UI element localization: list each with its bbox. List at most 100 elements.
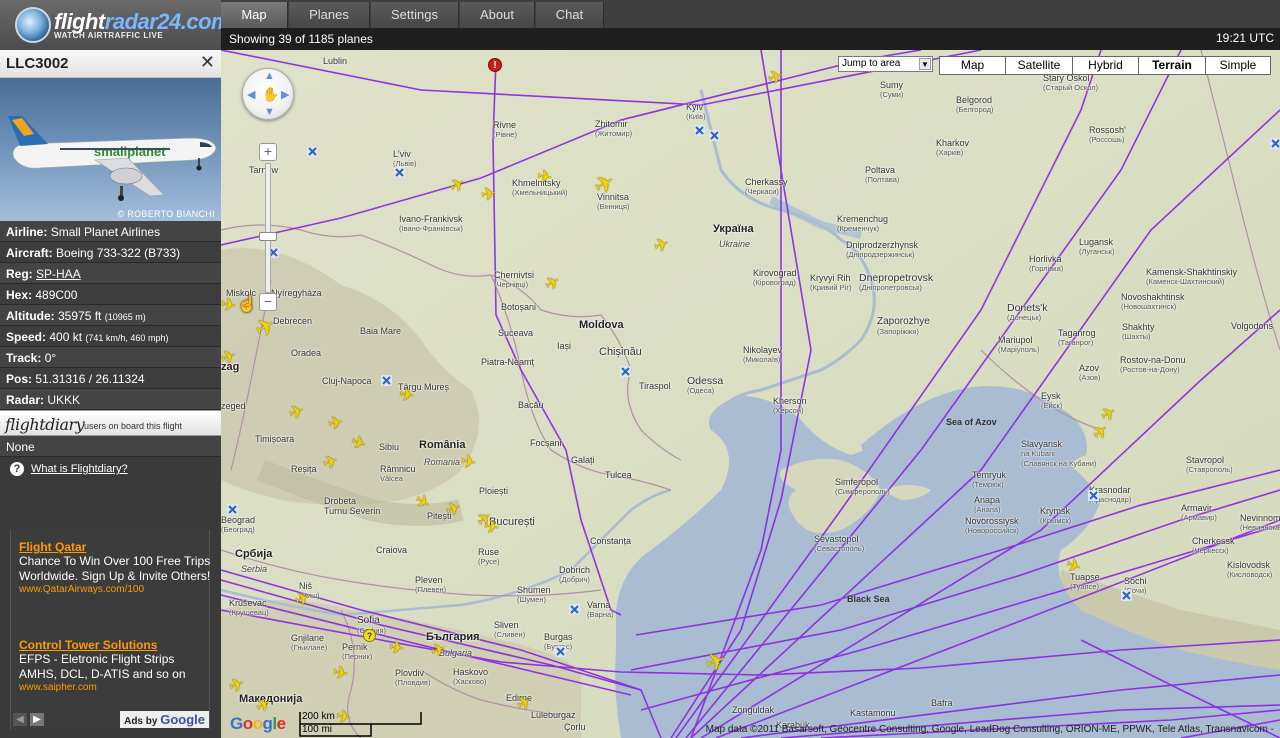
flightdiary-logo[interactable]: flightdiary bbox=[5, 415, 85, 434]
label-kherson: Kherson (Херсон) bbox=[773, 396, 807, 415]
label-gnjilane: Gnjilane (Гњилане) bbox=[291, 633, 328, 652]
airport-icon[interactable] bbox=[394, 167, 405, 178]
flight-info: Airline: Small Planet Airlines Aircraft:… bbox=[0, 221, 221, 410]
map-type-map[interactable]: Map bbox=[939, 56, 1006, 75]
label-temryuk: Temryuk (Темрюк) bbox=[972, 470, 1007, 489]
airport-icon[interactable] bbox=[1088, 490, 1099, 501]
svg-text:smallplanet: smallplanet bbox=[94, 144, 166, 159]
label-mariupol: Mariupol (Маріуполь) bbox=[998, 335, 1040, 354]
airport-icon[interactable] bbox=[1121, 590, 1132, 601]
map-type-satellite[interactable]: Satellite bbox=[1005, 56, 1073, 75]
ads-prev-icon[interactable]: ◀ bbox=[13, 713, 27, 726]
flight-callsign: LLC3002 bbox=[6, 55, 69, 72]
label-simferopol: Simferopol (Симферополь) bbox=[835, 477, 890, 496]
airport-icon[interactable] bbox=[555, 646, 566, 657]
registration-link[interactable]: SP-HAA bbox=[36, 267, 81, 281]
zoom-in-button[interactable]: + bbox=[259, 143, 277, 161]
airport-icon[interactable] bbox=[1270, 138, 1280, 149]
ad-title[interactable]: Flight Qatar bbox=[19, 540, 211, 554]
label-anapa: Anapa (Анапа) bbox=[974, 495, 1001, 514]
label-kharkiv: Kharkov (Харків) bbox=[936, 138, 970, 157]
plane-icon[interactable]: ✈ bbox=[479, 183, 497, 205]
label-cherkessk: Cherkessk (Черкесск) bbox=[1192, 536, 1235, 555]
map-attribution: Map data ©2011 Basarsoft, Geocentre Cons… bbox=[705, 724, 1274, 735]
label-horlivka: Horlivka (Горлівка) bbox=[1029, 254, 1064, 273]
ads-by-google[interactable]: Ads by Google bbox=[120, 711, 209, 728]
label-pleven: Pleven (Плевен) bbox=[415, 575, 447, 594]
ad-url[interactable]: www.QatarAirways.com/100 bbox=[19, 584, 211, 595]
logo[interactable]: flightradar24.com WATCH AIRTRAFFIC LIVE bbox=[0, 0, 231, 50]
ad-control-tower[interactable]: Control Tower Solutions EFPS - Eletronic… bbox=[19, 638, 211, 693]
airport-icon[interactable] bbox=[709, 130, 720, 141]
plane-icon[interactable]: ✈ bbox=[387, 637, 405, 659]
airport-icon[interactable] bbox=[381, 375, 392, 386]
label-stary-oskol: Stary Oskol (Старый Оскол) bbox=[1043, 73, 1099, 92]
plane-icon[interactable]: ✈ bbox=[331, 662, 349, 684]
pan-right-icon[interactable]: ▶ bbox=[281, 88, 289, 101]
zoom-slider-track[interactable] bbox=[265, 163, 271, 293]
label-iasi: Iași bbox=[557, 341, 572, 351]
label-stavropol: Stavropol (Ставрополь) bbox=[1186, 455, 1233, 474]
ad-flight-qatar[interactable]: Flight Qatar Chance To Win Over 100 Free… bbox=[19, 540, 211, 595]
label-kislovodsk: Kislovodsk (Кисловодск) bbox=[1227, 560, 1273, 579]
photo-credit: © ROBERTO BIANCHI bbox=[117, 209, 215, 219]
chevron-down-icon[interactable]: ▼ bbox=[919, 58, 931, 70]
label-constanta: Constanța bbox=[590, 536, 632, 546]
plane-icon[interactable]: ✈ bbox=[397, 384, 415, 406]
tab-chat[interactable]: Chat bbox=[536, 2, 604, 28]
google-logo[interactable]: Google bbox=[230, 714, 286, 734]
label-suceava: Suceava bbox=[498, 328, 534, 338]
selected-flight-marker-icon[interactable]: ! bbox=[488, 58, 502, 72]
plane-icon[interactable]: ✈ bbox=[535, 166, 553, 188]
pan-up-icon[interactable]: ▲ bbox=[264, 70, 275, 82]
label-zaporizhia: Zaporozhye (Запоріжжя) bbox=[877, 316, 930, 337]
info-aircraft: Aircraft: Boeing 733-322 (B733) bbox=[0, 242, 221, 263]
airport-icon[interactable] bbox=[569, 604, 580, 615]
pan-control[interactable]: ▲ ▼ ◀ ▶ ✋ bbox=[242, 68, 294, 120]
tab-about[interactable]: About bbox=[460, 2, 535, 28]
airport-icon[interactable] bbox=[307, 146, 318, 157]
zoom-slider-thumb[interactable] bbox=[259, 232, 277, 241]
label-chernivtsi: Chernivtsi (Чернівці) bbox=[494, 270, 535, 289]
info-marker-icon[interactable]: ? bbox=[363, 629, 376, 642]
map-type-hybrid[interactable]: Hybrid bbox=[1072, 56, 1139, 75]
label-black-sea: Black Sea bbox=[847, 594, 890, 604]
map-type-simple[interactable]: Simple bbox=[1205, 56, 1271, 75]
tab-settings[interactable]: Settings bbox=[371, 2, 459, 28]
plane-icon[interactable]: ✈ bbox=[326, 412, 344, 434]
map-canvas[interactable]: Lublin Rivne (Рівне) Kyiv (Київ) Zhitomir(… bbox=[221, 50, 1280, 738]
airport-icon[interactable] bbox=[227, 504, 238, 515]
tab-planes[interactable]: Planes bbox=[289, 2, 370, 28]
what-is-flightdiary-link[interactable]: What is Flightdiary? bbox=[31, 463, 128, 475]
airport-icon[interactable] bbox=[620, 366, 631, 377]
label-luleburgaz: Lüleburgaz bbox=[531, 710, 576, 720]
airport-icon[interactable] bbox=[694, 125, 705, 136]
plane-icon[interactable]: ✈ bbox=[482, 516, 500, 538]
label-ploiesti: Ploiești bbox=[479, 486, 509, 496]
label-galati: Galați bbox=[571, 455, 595, 465]
hand-icon[interactable]: ✋ bbox=[262, 86, 279, 103]
label-rostov: Rostov-na-Donu (Ростов-на-Дону) bbox=[1120, 355, 1186, 374]
label-beograd: Beograd (Београд) bbox=[221, 515, 256, 534]
pan-down-icon[interactable]: ▼ bbox=[264, 106, 275, 118]
ad-url[interactable]: www.saipher.com bbox=[19, 682, 211, 693]
tab-map[interactable]: Map bbox=[221, 2, 288, 28]
close-icon[interactable]: ✕ bbox=[200, 52, 215, 73]
plane-icon[interactable]: ✈ bbox=[459, 451, 477, 473]
label-novoshakhtinsk: Novoshakhtinsk (Новошахтинск) bbox=[1121, 292, 1185, 311]
pan-left-icon[interactable]: ◀ bbox=[247, 88, 255, 101]
jump-to-area-select[interactable]: Jump to area ▼ bbox=[838, 56, 933, 72]
ad-title[interactable]: Control Tower Solutions bbox=[19, 638, 211, 652]
map-type-terrain[interactable]: Terrain bbox=[1138, 56, 1206, 75]
hand-cursor-icon: ☝ bbox=[237, 296, 257, 313]
help-icon: ? bbox=[10, 462, 24, 476]
ad-desc: EFPS - Eletronic Flight Strips AMHS, DCL… bbox=[19, 652, 186, 681]
label-krusevac: Kruševac (Крушевац) bbox=[229, 598, 269, 617]
brand-tagline: WATCH AIRTRAFFIC LIVE bbox=[54, 31, 164, 40]
zoom-out-button[interactable]: − bbox=[259, 293, 277, 311]
label-shumen: Shumen (Шумен) bbox=[517, 585, 551, 604]
ads-next-icon[interactable]: ▶ bbox=[30, 713, 44, 726]
map-type-selector: Map Satellite Hybrid Terrain Simple bbox=[939, 56, 1271, 75]
label-kirovohrad: Kirovograd (Кіровоград) bbox=[753, 268, 797, 287]
scale-km: 200 km bbox=[302, 711, 335, 722]
